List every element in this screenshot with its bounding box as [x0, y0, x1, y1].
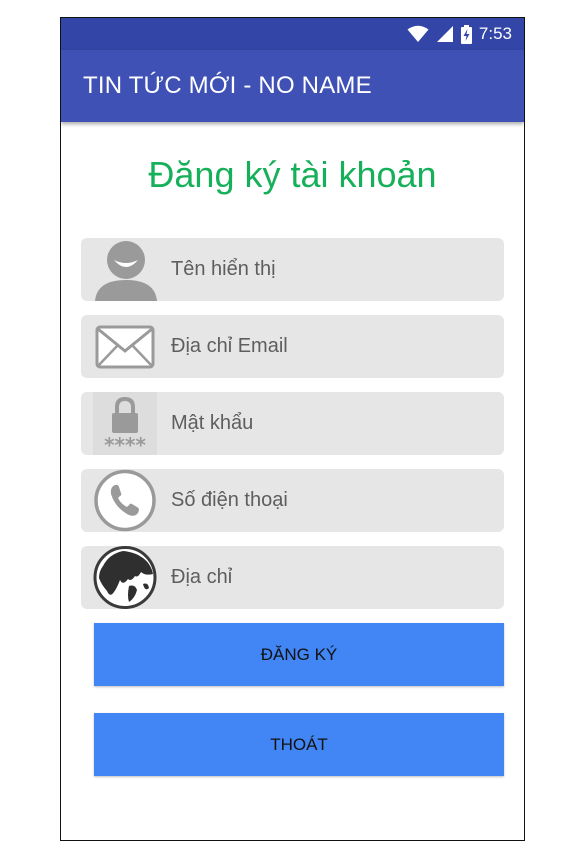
- exit-button[interactable]: THOÁT: [94, 713, 504, 776]
- email-placeholder: Địa chỉ Email: [171, 335, 288, 357]
- password-placeholder: Mật khẩu: [171, 412, 254, 434]
- phone-input[interactable]: Số điện thoại: [81, 469, 504, 532]
- status-time: 7:53: [478, 24, 512, 43]
- display-name-placeholder: Tên hiển thị: [171, 258, 276, 280]
- form-title: Đăng ký tài khoản: [148, 154, 437, 195]
- battery-charging-icon: [460, 24, 472, 44]
- address-input[interactable]: Địa chỉ: [81, 546, 504, 609]
- phone-icon: [93, 469, 159, 532]
- address-placeholder: Địa chỉ: [171, 566, 233, 588]
- status-bar: 7:53: [61, 18, 524, 50]
- password-input[interactable]: **** Mật khẩu: [81, 392, 504, 455]
- cellular-signal-icon: [436, 25, 454, 43]
- phone-placeholder: Số điện thoại: [171, 489, 288, 511]
- register-button[interactable]: ĐĂNG KÝ: [94, 623, 504, 686]
- display-name-input[interactable]: Tên hiển thị: [81, 238, 504, 301]
- globe-icon: [93, 546, 159, 609]
- phone-screen: 7:53 TIN TỨC MỚI - NO NAME Đăng ký tài k…: [60, 17, 525, 841]
- svg-text:****: ****: [104, 433, 146, 455]
- lock-password-icon: ****: [93, 392, 159, 455]
- app-bar: TIN TỨC MỚI - NO NAME: [61, 50, 524, 122]
- wifi-icon: [407, 25, 429, 43]
- status-icons: 7:53: [407, 18, 512, 50]
- email-input[interactable]: Địa chỉ Email: [81, 315, 504, 378]
- app-title: TIN TỨC MỚI - NO NAME: [83, 72, 372, 99]
- envelope-icon: [93, 315, 159, 378]
- user-avatar-icon: [93, 238, 159, 301]
